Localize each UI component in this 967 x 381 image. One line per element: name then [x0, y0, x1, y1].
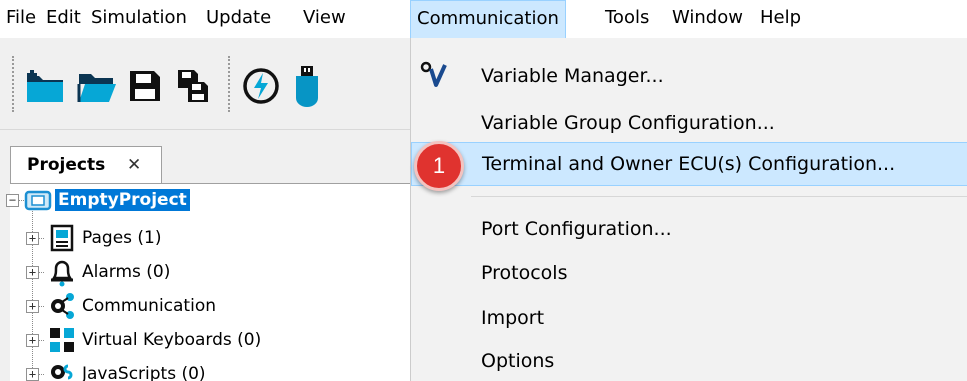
connect-icon	[243, 68, 279, 104]
menu-item-options[interactable]: Options ›	[411, 339, 967, 381]
tree-collapse-toggle[interactable]: −	[6, 194, 19, 207]
tree-item-javascripts[interactable]: JavaScripts (0)	[82, 363, 206, 381]
menu-tools[interactable]: Tools	[599, 0, 655, 38]
menu-item-label: Options	[481, 350, 555, 372]
menu-item-variable-manager[interactable]: Variable Manager...	[411, 54, 967, 98]
communication-icon	[51, 293, 74, 319]
connect-button[interactable]	[240, 64, 282, 108]
tab-projects[interactable]: Projects ✕	[10, 146, 162, 184]
new-project-icon	[27, 70, 63, 102]
keyboard-icon	[50, 328, 74, 352]
save-all-button[interactable]	[172, 64, 214, 108]
communication-menu: Variable Manager... Variable Group Confi…	[410, 38, 967, 381]
menu-item-label: Protocols	[481, 262, 568, 284]
menu-window[interactable]: Window	[666, 0, 749, 38]
tree-item-communication[interactable]: Communication	[82, 295, 216, 317]
tree-item-emptyproject[interactable]: EmptyProject	[55, 189, 190, 211]
toolbar-grip[interactable]	[228, 56, 232, 112]
tree-expand-toggle[interactable]: +	[26, 266, 39, 279]
menu-update[interactable]: Update	[200, 0, 277, 38]
project-tree: − EmptyProject + Pages (1) + Alarms (0) …	[6, 183, 418, 381]
alarm-bell-icon	[51, 260, 73, 287]
javascript-icon	[51, 364, 73, 380]
usb-icon	[296, 66, 318, 107]
usb-button[interactable]	[286, 64, 328, 108]
open-project-button[interactable]	[76, 64, 118, 108]
save-button[interactable]	[124, 64, 166, 108]
tree-item-virtual-keyboards[interactable]: Virtual Keyboards (0)	[82, 329, 261, 351]
menu-view[interactable]: View	[297, 0, 352, 38]
tree-item-pages[interactable]: Pages (1)	[82, 227, 162, 249]
menu-item-variable-group-configuration[interactable]: Variable Group Configuration...	[411, 101, 967, 145]
menu-item-port-configuration[interactable]: Port Configuration...	[411, 207, 967, 251]
tab-title: Projects	[27, 155, 106, 175]
menu-communication[interactable]: Communication	[410, 0, 566, 40]
toolbar-grip[interactable]	[12, 56, 16, 112]
open-folder-icon	[77, 74, 116, 102]
menu-item-label: Port Configuration...	[481, 218, 672, 240]
menu-edit[interactable]: Edit	[40, 0, 87, 38]
menu-item-label: Import	[481, 307, 545, 329]
menu-file[interactable]: File	[0, 0, 42, 38]
tree-expand-toggle[interactable]: +	[26, 334, 39, 347]
menu-simulation[interactable]: Simulation	[85, 0, 193, 38]
menu-help[interactable]: Help	[754, 0, 807, 38]
tree-expand-toggle[interactable]: +	[26, 232, 39, 245]
toolbar	[0, 38, 418, 130]
new-project-button[interactable]	[24, 64, 66, 108]
step-number-badge: 1	[414, 141, 464, 191]
variable-manager-icon	[420, 61, 447, 87]
pages-icon	[50, 224, 74, 252]
menu-item-terminal-owner-ecu-configuration[interactable]: Terminal and Owner ECU(s) Configuration.…	[411, 142, 967, 186]
menu-item-protocols[interactable]: Protocols ›	[411, 251, 967, 295]
save-all-icon	[178, 70, 208, 102]
menu-item-import[interactable]: Import ›	[411, 296, 967, 340]
tree-item-alarms[interactable]: Alarms (0)	[82, 261, 170, 283]
projects-panel: Projects ✕ − EmptyProject + Pages (1) +	[0, 130, 418, 381]
menu-item-label: Terminal and Owner ECU(s) Configuration.…	[482, 153, 896, 175]
project-icon	[24, 190, 52, 211]
close-icon[interactable]: ✕	[127, 147, 141, 183]
menu-bar: File Edit Simulation Update View Communi…	[0, 0, 967, 40]
menu-item-label: Variable Group Configuration...	[481, 112, 775, 134]
tree-expand-toggle[interactable]: +	[26, 368, 39, 381]
save-icon	[130, 71, 160, 101]
menu-item-label: Variable Manager...	[481, 65, 664, 87]
tree-expand-toggle[interactable]: +	[26, 300, 39, 313]
menu-separator	[471, 196, 967, 197]
